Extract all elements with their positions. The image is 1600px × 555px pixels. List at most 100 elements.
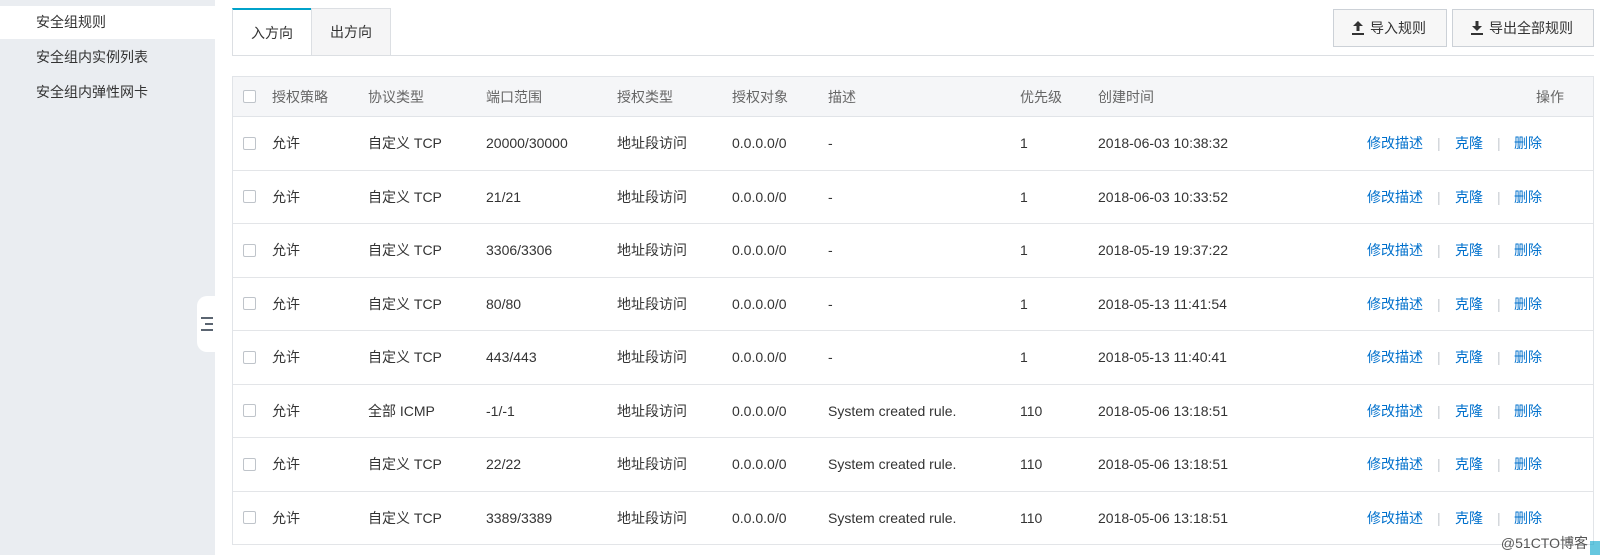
table-header: 授权策略 协议类型 端口范围 授权类型 授权对象 描述 优先级 创建时间 操作	[233, 77, 1593, 117]
cell-target: 0.0.0.0/0	[732, 135, 787, 152]
delete-link[interactable]: 删除	[1514, 331, 1542, 384]
action-separator: |	[1437, 349, 1441, 366]
row-checkbox[interactable]	[243, 171, 256, 224]
clone-link[interactable]: 克隆	[1455, 224, 1483, 277]
cell-auth-type: 地址段访问	[617, 295, 687, 312]
action-separator: |	[1497, 188, 1501, 205]
edit-description-link[interactable]: 修改描述	[1367, 278, 1423, 331]
cell-created: 2018-05-19 19:37:22	[1098, 242, 1228, 259]
col-auth-type: 授权类型	[617, 88, 673, 105]
cell-priority: 110	[1020, 509, 1043, 526]
cell-protocol: 自定义 TCP	[368, 456, 442, 473]
cell-created: 2018-05-06 13:18:51	[1098, 402, 1228, 419]
edit-description-link[interactable]: 修改描述	[1367, 438, 1423, 491]
cell-policy: 允许	[272, 135, 300, 152]
action-separator: |	[1437, 242, 1441, 259]
action-separator: |	[1437, 295, 1441, 312]
table-row: 允许 自定义 TCP 21/21 地址段访问 0.0.0.0/0 - 1 2018-06-03…	[233, 171, 1593, 224]
table-body: 允许 自定义 TCP 20000/30000 地址段访问 0.0.0.0/0-1 2018…	[233, 117, 1593, 545]
clone-link[interactable]: 克隆	[1455, 117, 1483, 170]
download-icon	[1471, 21, 1483, 35]
row-checkbox[interactable]	[243, 224, 256, 277]
cell-port: 443/443	[486, 349, 537, 366]
cell-priority: 1	[1020, 188, 1028, 205]
cell-description: -	[828, 135, 833, 152]
edit-description-link[interactable]: 修改描述	[1367, 331, 1423, 384]
table-row: 允许 自定义 TCP 20000/30000 地址段访问 0.0.0.0/0 - 1 2018…	[233, 117, 1593, 171]
col-protocol: 协议类型	[368, 88, 424, 105]
cell-priority: 110	[1020, 456, 1043, 473]
cell-policy: 允许	[272, 349, 300, 366]
sidebar-item-instances[interactable]: 安全组内实例列表	[0, 41, 215, 74]
cell-port: 80/80	[486, 295, 522, 312]
cell-priority: 1	[1020, 242, 1028, 259]
action-separator: |	[1437, 402, 1441, 419]
cell-target: 0.0.0.0/0	[732, 402, 787, 419]
action-separator: |	[1437, 509, 1441, 526]
main-content: 入方向 出方向 导入规则 导出全部规则 授权策略 协议类型 端口范围 授权类型 …	[232, 0, 1600, 555]
edit-description-link[interactable]: 修改描述	[1367, 117, 1423, 170]
cell-auth-type: 地址段访问	[617, 349, 687, 366]
clone-link[interactable]: 克隆	[1455, 171, 1483, 224]
cell-description: -	[828, 349, 833, 366]
row-checkbox[interactable]	[243, 331, 256, 384]
edit-description-link[interactable]: 修改描述	[1367, 224, 1423, 277]
delete-link[interactable]: 删除	[1514, 171, 1542, 224]
action-separator: |	[1437, 135, 1441, 152]
upload-icon	[1352, 21, 1364, 35]
row-checkbox[interactable]	[243, 492, 256, 545]
clone-link[interactable]: 克隆	[1455, 331, 1483, 384]
delete-link[interactable]: 删除	[1514, 224, 1542, 277]
rules-table: 授权策略 协议类型 端口范围 授权类型 授权对象 描述 优先级 创建时间 操作 …	[232, 76, 1594, 545]
cell-port: 3306/3306	[486, 242, 553, 259]
tab-inbound[interactable]: 入方向	[232, 8, 312, 56]
row-checkbox[interactable]	[243, 385, 256, 438]
delete-link[interactable]: 删除	[1514, 438, 1542, 491]
cell-auth-type: 地址段访问	[617, 509, 687, 526]
tab-outbound[interactable]: 出方向	[311, 8, 391, 56]
sidebar-item-eni[interactable]: 安全组内弹性网卡	[0, 76, 215, 109]
cell-policy: 允许	[272, 509, 300, 526]
cell-port: -1/-1	[486, 402, 515, 419]
cell-policy: 允许	[272, 402, 300, 419]
export-all-rules-label: 导出全部规则	[1489, 20, 1573, 36]
sidebar-collapse-handle[interactable]	[197, 296, 215, 352]
row-checkbox[interactable]	[243, 438, 256, 491]
cell-auth-type: 地址段访问	[617, 242, 687, 259]
clone-link[interactable]: 克隆	[1455, 438, 1483, 491]
export-all-rules-button[interactable]: 导出全部规则	[1452, 9, 1594, 47]
clone-link[interactable]: 克隆	[1455, 385, 1483, 438]
col-priority: 优先级	[1020, 88, 1062, 105]
row-checkbox[interactable]	[243, 117, 256, 170]
delete-link[interactable]: 删除	[1514, 117, 1542, 170]
edit-description-link[interactable]: 修改描述	[1367, 385, 1423, 438]
cell-policy: 允许	[272, 456, 300, 473]
cell-protocol: 自定义 TCP	[368, 349, 442, 366]
clone-link[interactable]: 克隆	[1455, 278, 1483, 331]
cell-description: System created rule.	[828, 509, 957, 526]
cell-created: 2018-05-06 13:18:51	[1098, 509, 1228, 526]
cell-created: 2018-06-03 10:38:32	[1098, 135, 1228, 152]
edit-description-link[interactable]: 修改描述	[1367, 492, 1423, 545]
cell-description: -	[828, 242, 833, 259]
cell-port: 3389/3389	[486, 509, 553, 526]
cell-policy: 允许	[272, 188, 300, 205]
delete-link[interactable]: 删除	[1514, 278, 1542, 331]
cell-target: 0.0.0.0/0	[732, 349, 787, 366]
select-all-checkbox[interactable]	[243, 77, 256, 116]
col-description: 描述	[828, 88, 856, 105]
cell-protocol: 全部 ICMP	[368, 402, 435, 419]
clone-link[interactable]: 克隆	[1455, 492, 1483, 545]
corner-decoration	[1590, 541, 1600, 555]
cell-created: 2018-05-13 11:41:54	[1098, 295, 1227, 312]
cell-target: 0.0.0.0/0	[732, 242, 787, 259]
row-checkbox[interactable]	[243, 278, 256, 331]
cell-policy: 允许	[272, 295, 300, 312]
cell-port: 22/22	[486, 456, 522, 473]
sidebar-item-rules[interactable]: 安全组规则	[0, 6, 215, 39]
edit-description-link[interactable]: 修改描述	[1367, 171, 1423, 224]
import-rules-button[interactable]: 导入规则	[1333, 9, 1447, 47]
delete-link[interactable]: 删除	[1514, 385, 1542, 438]
cell-protocol: 自定义 TCP	[368, 188, 442, 205]
tab-divider	[232, 55, 1594, 56]
